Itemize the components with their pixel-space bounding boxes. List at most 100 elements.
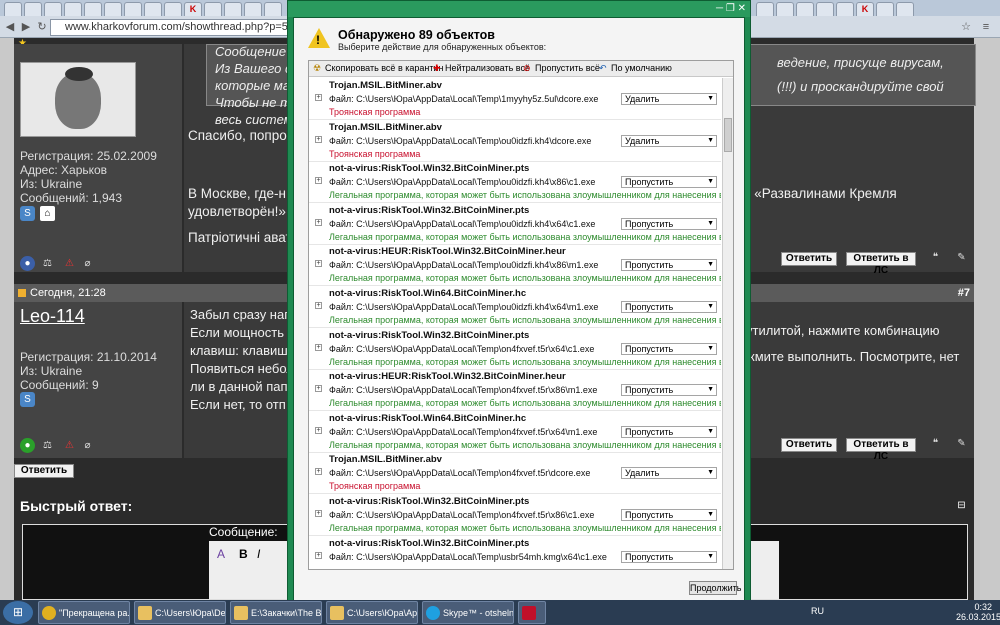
menu-icon[interactable]: ≡ [978, 19, 994, 36]
browser-tab[interactable] [124, 2, 142, 16]
collapse-icon[interactable]: ⊟ [954, 498, 969, 513]
browser-tab[interactable] [796, 2, 814, 16]
expand-icon[interactable]: + [315, 343, 322, 351]
browser-tab[interactable] [224, 2, 242, 16]
detection-row[interactable]: not-a-virus:HEUR:RiskTool.Win32.BitCoinM… [309, 244, 721, 287]
action-select[interactable]: Удалить ▼ [621, 93, 717, 105]
detection-row[interactable]: not-a-virus:HEUR:RiskTool.Win32.BitCoinM… [309, 369, 721, 412]
quarantine-all-button[interactable]: Скопировать всё в карантин [325, 61, 443, 76]
expand-icon[interactable]: + [315, 468, 322, 476]
post-number[interactable]: #7 [958, 284, 970, 302]
browser-tab[interactable] [144, 2, 162, 16]
list-scrollbar[interactable] [722, 78, 733, 569]
detection-row[interactable]: not-a-virus:RiskTool.Win32.BitCoinMiner.… [309, 161, 721, 204]
forward-icon[interactable]: ▶ [18, 19, 34, 36]
bookmark-star-icon[interactable]: ☆ [958, 19, 974, 36]
reply-main-button[interactable]: Ответить [14, 464, 74, 478]
action-select[interactable]: Пропустить ▼ [621, 301, 717, 313]
browser-tab[interactable] [816, 2, 834, 16]
address-bar[interactable]: www.kharkovforum.com/showthread.php?p=50… [50, 19, 290, 36]
expand-icon[interactable]: + [315, 510, 322, 517]
online-status-icon[interactable]: ● [20, 438, 35, 453]
expand-icon[interactable]: + [315, 218, 322, 226]
language-indicator[interactable]: RU [811, 606, 824, 616]
browser-tab[interactable] [836, 2, 854, 16]
multiquote-icon[interactable]: ✎ [954, 250, 969, 265]
action-select[interactable]: Удалить ▼ [621, 467, 717, 480]
browser-tab[interactable] [776, 2, 794, 16]
expand-icon[interactable]: + [315, 94, 322, 101]
reply-button[interactable]: Ответить [781, 252, 837, 266]
detection-row[interactable]: not-a-virus:RiskTool.Win32.BitCoinMiner.… [309, 536, 721, 569]
taskbar-item-folder[interactable]: C:\Users\Юра\Ap... [326, 601, 418, 624]
bold-button[interactable]: B [239, 547, 248, 561]
browser-tab[interactable] [244, 2, 262, 16]
browser-tab[interactable] [164, 2, 182, 16]
taskbar-item-skype[interactable]: Skype™ - otshelni... [422, 601, 514, 624]
window-controls[interactable]: ─ ❐ ✕ [690, 2, 746, 15]
browser-tab[interactable] [104, 2, 122, 16]
start-button[interactable]: ⊞ [3, 601, 33, 624]
action-select[interactable]: Пропустить ▼ [621, 342, 717, 355]
browser-tab[interactable] [876, 2, 894, 16]
skype-icon[interactable]: S [20, 392, 35, 407]
detection-row[interactable]: not-a-virus:RiskTool.Win64.BitCoinMiner.… [309, 286, 721, 328]
action-select[interactable]: Пропустить ▼ [621, 509, 717, 521]
browser-tab[interactable] [64, 2, 82, 16]
action-select[interactable]: Пропустить ▼ [621, 384, 717, 397]
action-select[interactable]: Пропустить ▼ [621, 217, 717, 230]
quote-icon[interactable]: ❝ [928, 436, 943, 451]
browser-tab[interactable] [896, 2, 914, 16]
expand-icon[interactable]: + [315, 177, 322, 185]
detection-row[interactable]: Trojan.MSIL.BitMiner.abv + Файл: C:\Users\… [309, 452, 721, 495]
multiquote-icon[interactable]: ✎ [954, 436, 969, 451]
browser-tab[interactable] [24, 2, 42, 16]
expand-icon[interactable]: + [315, 135, 322, 143]
italic-button[interactable]: I [257, 547, 260, 561]
quote-icon[interactable]: ❝ [928, 250, 943, 265]
taskbar-item-kaspersky[interactable] [518, 601, 546, 624]
browser-tab[interactable] [756, 2, 774, 16]
reply-pm-button[interactable]: Ответить в ЛС [846, 438, 916, 462]
browser-tab[interactable] [204, 2, 222, 16]
format-icon[interactable]: A [217, 547, 225, 561]
reply-pm-button[interactable]: Ответить в ЛС [846, 252, 916, 276]
scales-icon[interactable]: ⚖ [40, 438, 55, 453]
detection-row[interactable]: Trojan.MSIL.BitMiner.abv + Файл: C:\Users\… [309, 120, 721, 162]
expand-icon[interactable]: + [315, 385, 322, 393]
browser-tab-k[interactable]: K [856, 2, 874, 16]
scroll-thumb[interactable] [724, 118, 732, 152]
browser-tab-k[interactable]: K [184, 2, 202, 16]
clock-date[interactable]: 26.03.2015 [956, 612, 1000, 622]
detection-row[interactable]: not-a-virus:RiskTool.Win32.BitCoinMiner.… [309, 328, 721, 370]
reload-icon[interactable]: ↻ [34, 19, 50, 36]
taskbar-item-folder[interactable]: C:\Users\Юра\De... [134, 601, 226, 624]
detection-row[interactable]: Trojan.MSIL.BitMiner.abv + Файл: C:\Users\… [309, 78, 721, 120]
warning-icon[interactable]: ⚠ [62, 256, 77, 271]
username-link[interactable]: Leo-114 [20, 306, 85, 327]
reply-button[interactable]: Ответить [781, 438, 837, 452]
attach-icon[interactable]: ⌀ [80, 256, 95, 271]
taskbar-item-folder[interactable]: E:\Закачки\The B... [230, 601, 322, 624]
status-icon[interactable]: ● [20, 256, 35, 271]
action-select[interactable]: Пропустить ▼ [621, 176, 717, 189]
action-select[interactable]: Пропустить ▼ [621, 425, 717, 438]
detection-row[interactable]: not-a-virus:RiskTool.Win32.BitCoinMiner.… [309, 203, 721, 245]
default-button[interactable]: По умолчанию [611, 61, 672, 76]
browser-tab[interactable] [264, 2, 282, 16]
attach-icon[interactable]: ⌀ [80, 438, 95, 453]
home-icon[interactable]: ⌂ [40, 206, 55, 221]
action-select[interactable]: Удалить ▼ [621, 134, 717, 147]
taskbar-item-chrome[interactable]: "Прекращена ра... [38, 601, 130, 624]
browser-tab[interactable] [44, 2, 62, 16]
browser-tab[interactable] [4, 2, 22, 16]
warning-icon[interactable]: ⚠ [62, 438, 77, 453]
back-icon[interactable]: ◀ [2, 19, 18, 36]
detection-row[interactable]: not-a-virus:RiskTool.Win64.BitCoinMiner.… [309, 411, 721, 453]
clock-time[interactable]: 0:32 [956, 602, 992, 612]
skype-icon[interactable]: S [20, 206, 35, 221]
expand-icon[interactable]: + [315, 260, 322, 268]
detection-row[interactable]: not-a-virus:RiskTool.Win32.BitCoinMiner.… [309, 494, 721, 536]
action-select[interactable]: Пропустить ▼ [621, 259, 717, 272]
expand-icon[interactable]: + [315, 551, 322, 559]
